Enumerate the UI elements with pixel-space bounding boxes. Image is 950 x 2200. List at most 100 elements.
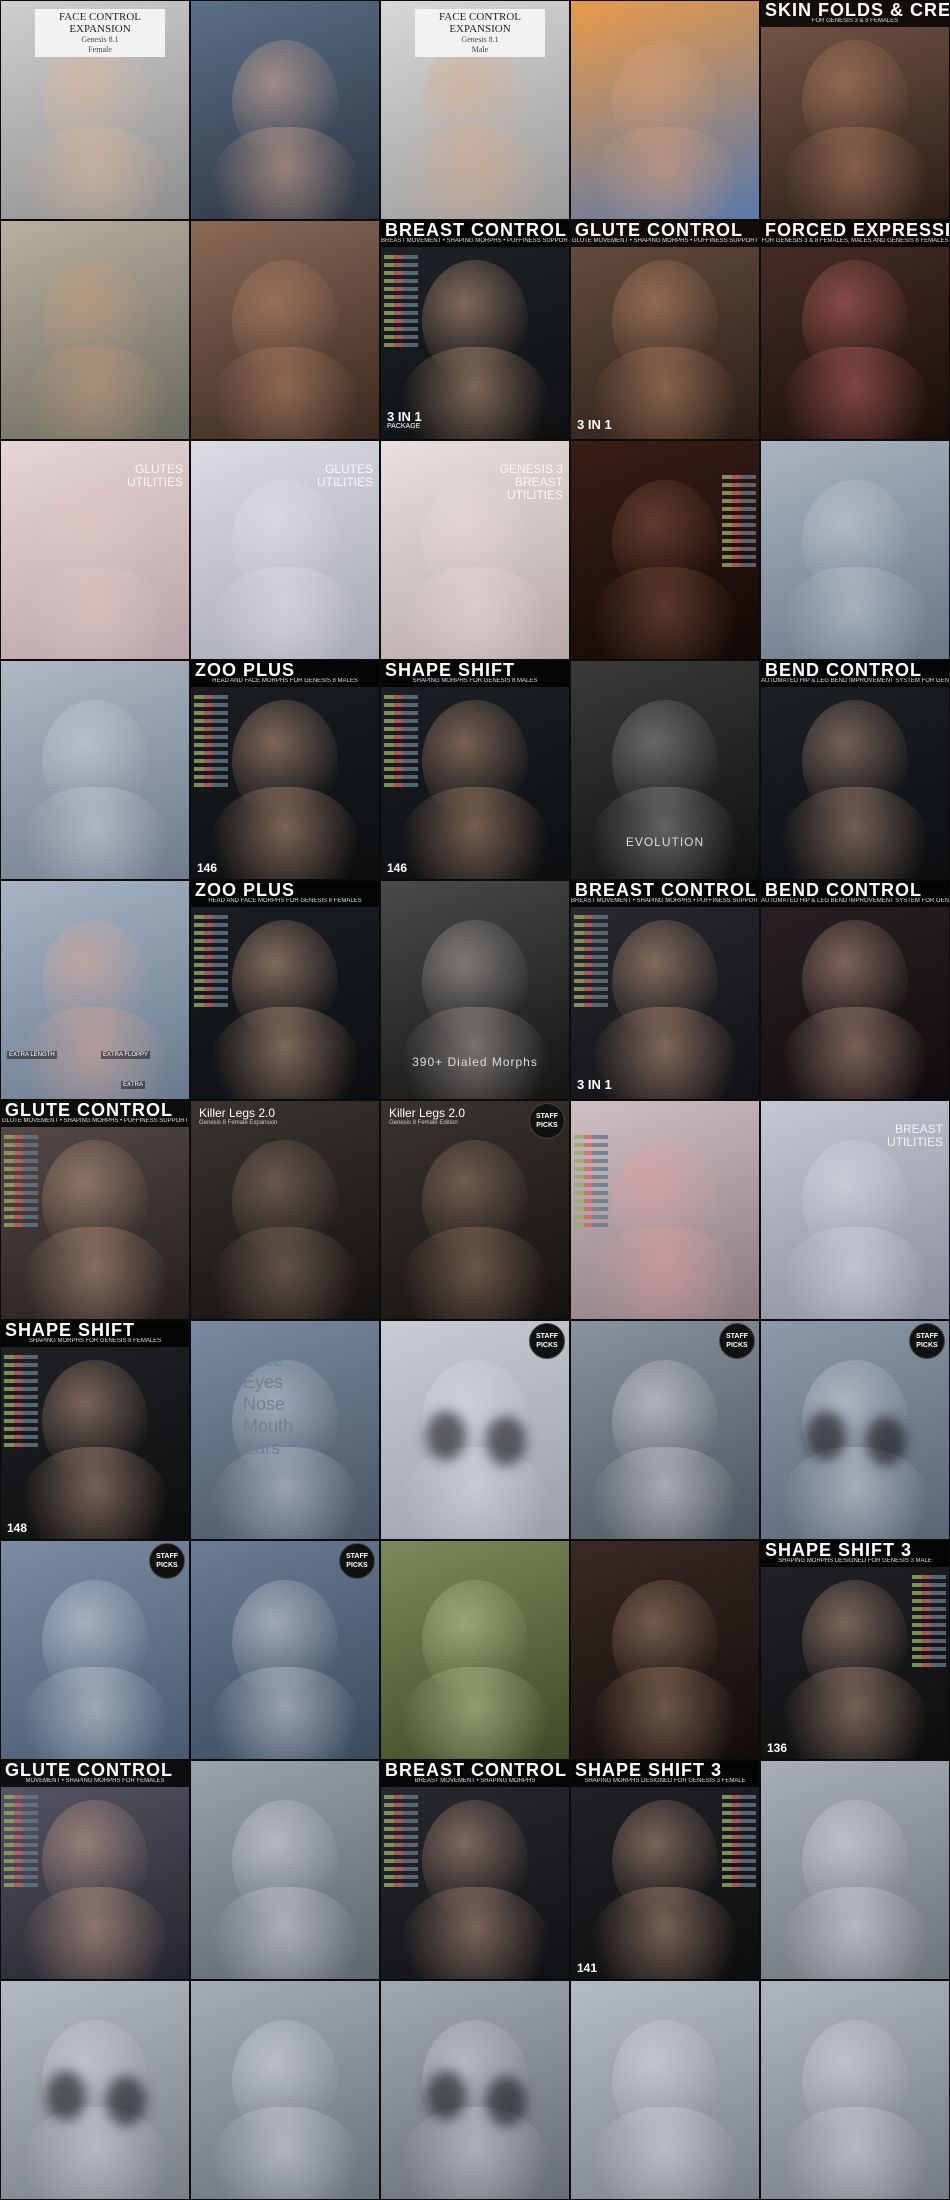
feature-word: Nose [243,1394,286,1414]
product-thumbnail[interactable] [0,660,190,880]
morph-slider-panel [384,695,418,787]
feature-word-list: Face Eyes Nose Mouth Ears [243,1349,293,1459]
product-banner-subtitle: BREAST MOVEMENT • SHAPING MORPHS • PUFFI… [571,898,759,904]
figure-body-shape [779,127,931,219]
slider-bar [384,311,418,315]
product-thumbnail[interactable]: STAFF PICKS [0,1540,190,1760]
product-thumbnail[interactable]: STAFF PICKS [760,1320,950,1540]
product-banner-subtitle: GLUTE MOVEMENT • SHAPING MORPHS • PUFFIN… [1,1118,189,1124]
slider-bar [384,775,418,779]
slider-bar [384,767,418,771]
slider-bar [194,1003,228,1007]
censor-blur [46,2071,86,2121]
product-thumbnail[interactable]: Killer Legs 2.0 Genesis 8 Female Edition S… [380,1100,570,1320]
product-thumbnail[interactable] [570,1540,760,1760]
slider-bar [194,727,228,731]
title-line: Killer Legs 2.0 [199,1106,276,1120]
product-banner-subtitle: HEAD AND FACE MORPHS FOR GENESIS 8 MALES [212,678,358,684]
slider-bar [574,1183,608,1187]
product-thumbnail[interactable]: SHAPE SHIFT SHAPING MORPHS FOR GENESIS 8 … [0,1320,190,1540]
figure-body-shape [209,787,361,879]
product-thumbnail[interactable]: BREAST CONTROL BREAST MOVEMENT • SHAPING … [380,1760,570,1980]
morph-slider-panel [194,915,228,1007]
product-thumbnail[interactable] [570,0,760,220]
product-thumbnail[interactable] [380,1980,570,2200]
product-thumbnail[interactable]: FACE CONTROL EXPANSION Genesis 8.1 Male [380,0,570,220]
product-thumbnail[interactable]: GLUTE CONTROL GLUTE MOVEMENT • SHAPING MO… [0,1100,190,1320]
product-thumbnail[interactable]: SHAPE SHIFT SHAPING MORPHS FOR GENESIS 8 … [380,660,570,880]
slider-bar [384,1827,418,1831]
product-thumbnail[interactable]: SHAPE SHIFT 3 SHAPING MORPHS DESIGNED FOR… [570,1760,760,1980]
product-thumbnail[interactable]: 390+ Dialed Morphs [380,880,570,1100]
slider-bar [574,979,608,983]
product-title: BREAST UTILITIES [887,1123,943,1149]
figure-body-shape [399,1227,551,1319]
product-thumbnail[interactable] [570,440,760,660]
slider-bar [384,711,418,715]
subtitle-line: Genesis 8 Female Expansion [199,1120,278,1126]
product-thumbnail[interactable]: GENESIS 3 BREAST UTILITIES [380,440,570,660]
product-thumbnail[interactable]: EXTRA LENGTH EXTRA FLOPPY EXTRA [0,880,190,1100]
product-thumbnail[interactable]: STAFF PICKS [570,1320,760,1540]
product-thumbnail[interactable] [190,1760,380,1980]
package-label: PACKAGE [387,423,421,430]
product-thumbnail[interactable] [190,0,380,220]
product-thumbnail[interactable]: GLUTES UTILITIES [0,440,190,660]
figure-body-shape [399,787,551,879]
product-thumbnail[interactable]: BREAST CONTROL BREAST MOVEMENT • SHAPING … [570,880,760,1100]
product-thumbnail[interactable]: GLUTES UTILITIES [190,440,380,660]
product-thumbnail[interactable]: GLUTE CONTROL MOVEMENT • SHAPING MORPHS F… [0,1760,190,1980]
product-thumbnail[interactable]: STAFF PICKS [190,1540,380,1760]
product-thumbnail[interactable]: SHAPE SHIFT 3 SHAPING MORPHS DESIGNED FOR… [760,1540,950,1760]
product-thumbnail[interactable]: BEND CONTROL AUTOMATED HIP & LEG BEND IMP… [760,660,950,880]
figure-body-shape [209,2107,361,2199]
product-thumbnail[interactable] [380,1540,570,1760]
product-thumbnail[interactable]: FORCED EXPRESSIONS HDFOR GENESIS 3 & 8 F… [760,220,950,440]
slider-bar [574,923,608,927]
feature-word: Ears [243,1438,281,1458]
product-thumbnail[interactable]: BREAST CONTROL BREAST MOVEMENT • SHAPING … [380,220,570,440]
slider-bar [384,319,418,323]
product-thumbnail[interactable]: Face Eyes Nose Mouth Ears [190,1320,380,1540]
figure-body-shape [779,1667,931,1759]
product-thumbnail[interactable]: SKIN FOLDS & CREASES HDFOR GENESIS 3 & 8… [760,0,950,220]
product-thumbnail[interactable] [760,1760,950,1980]
subtitle-line: Genesis 8 Female Edition [389,1120,458,1126]
product-thumbnail[interactable] [190,220,380,440]
product-banner-subtitle: MOVEMENT • SHAPING MORPHS FOR FEMALES [25,1778,165,1784]
product-banner-subtitle: FOR GENESIS 3 & 8 FEMALES [811,18,899,24]
slider-bar [4,1387,38,1391]
product-thumbnail[interactable] [760,1980,950,2200]
product-thumbnail[interactable] [570,1100,760,1320]
slider-bar [384,751,418,755]
slider-bar [194,995,228,999]
figure-body-shape [779,347,931,439]
figure-body-shape [399,347,551,439]
slider-bar [384,327,418,331]
product-thumbnail[interactable]: ZOO PLUS HEAD AND FACE MORPHS FOR GENESIS… [190,660,380,880]
product-thumbnail[interactable] [0,1980,190,2200]
product-thumbnail[interactable]: STAFF PICKS [380,1320,570,1540]
product-thumbnail[interactable]: GLUTE CONTROL GLUTE MOVEMENT • SHAPING MO… [570,220,760,440]
slider-bar [4,1355,38,1359]
slider-bar [574,1167,608,1171]
slider-bar [4,1411,38,1415]
product-thumbnail[interactable] [570,1980,760,2200]
product-thumbnail[interactable] [760,440,950,660]
generation-label: Genesis 8.1 [461,35,499,44]
product-thumbnail[interactable]: EVOLUTION [570,660,760,880]
product-thumbnail[interactable] [0,220,190,440]
slider-bar [4,1859,38,1863]
product-thumbnail[interactable]: ZOO PLUS HEAD AND FACE MORPHS FOR GENESIS… [190,880,380,1100]
variant-label: EXTRA LENGTH [7,1051,57,1059]
product-thumbnail[interactable]: BREAST UTILITIES [760,1100,950,1320]
figure-body-shape [779,1227,931,1319]
slider-bar [4,1223,38,1227]
slider-bar [4,1819,38,1823]
censor-blur [806,1411,846,1461]
product-thumbnail[interactable]: FACE CONTROL EXPANSION Genesis 8.1 Female [0,0,190,220]
product-banner-subtitle: AUTOMATED HIP & LEG BEND IMPROVEMENT SYS… [761,898,949,904]
product-thumbnail[interactable] [190,1980,380,2200]
product-thumbnail[interactable]: Killer Legs 2.0 Genesis 8 Female Expansio… [190,1100,380,1320]
product-thumbnail[interactable]: BEND CONTROL AUTOMATED HIP & LEG BEND IMP… [760,880,950,1100]
